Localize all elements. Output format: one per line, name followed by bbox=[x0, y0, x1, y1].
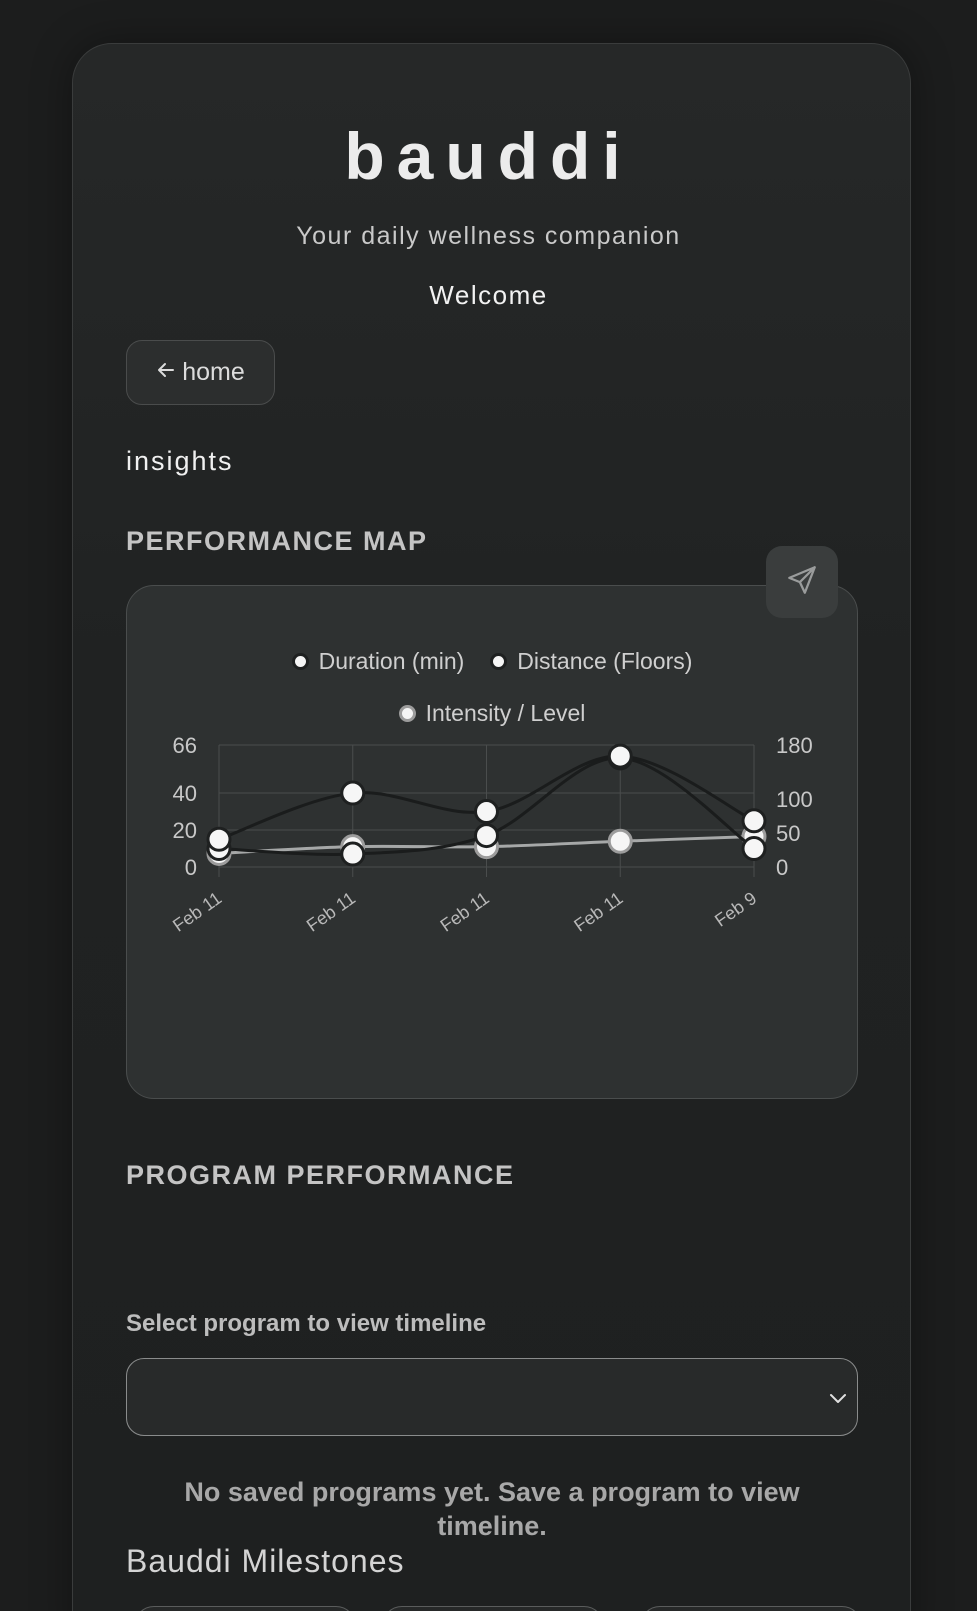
milestones-heading: Bauddi Milestones bbox=[126, 1543, 405, 1579]
empty-programs-message: No saved programs yet. Save a program to… bbox=[184, 1477, 800, 1541]
chevron-down-icon bbox=[827, 1387, 849, 1414]
y-left-tick-label: 0 bbox=[185, 855, 197, 880]
data-point bbox=[741, 808, 767, 834]
select-program-label: Select program to view timeline bbox=[126, 1310, 487, 1337]
data-point bbox=[340, 780, 366, 806]
y-left-tick-label: 66 bbox=[173, 733, 197, 758]
program-performance-heading: PROGRAM PERFORMANCE bbox=[126, 1160, 515, 1190]
data-point bbox=[607, 828, 633, 854]
data-point bbox=[474, 799, 499, 825]
data-point bbox=[741, 836, 767, 862]
y-right-tick-label: 180 bbox=[776, 733, 813, 758]
y-right-tick-label: 50 bbox=[776, 821, 800, 846]
milestone-tab[interactable] bbox=[134, 1606, 356, 1611]
x-tick-label: Feb 11 bbox=[570, 888, 626, 936]
x-tick-label: Feb 11 bbox=[303, 888, 359, 936]
data-point bbox=[607, 743, 633, 769]
y-right-tick-label: 100 bbox=[776, 787, 813, 812]
milestone-tab[interactable] bbox=[640, 1606, 862, 1611]
data-point bbox=[340, 841, 366, 867]
data-point bbox=[474, 823, 499, 849]
performance-chart: 0 20 40 66 0 50 100 180 Feb 11 Feb 11 Feb 11 Feb 11… bbox=[169, 733, 813, 936]
milestone-tab[interactable] bbox=[382, 1606, 604, 1611]
x-tick-label: Feb 9 bbox=[711, 888, 760, 931]
program-select[interactable] bbox=[126, 1358, 858, 1436]
y-right-tick-label: 0 bbox=[776, 855, 788, 880]
x-tick-label: Feb 11 bbox=[437, 888, 493, 936]
y-left-tick-label: 40 bbox=[173, 781, 197, 806]
y-left-tick-label: 20 bbox=[173, 818, 197, 843]
data-point bbox=[206, 826, 232, 852]
x-tick-label: Feb 11 bbox=[169, 888, 225, 936]
